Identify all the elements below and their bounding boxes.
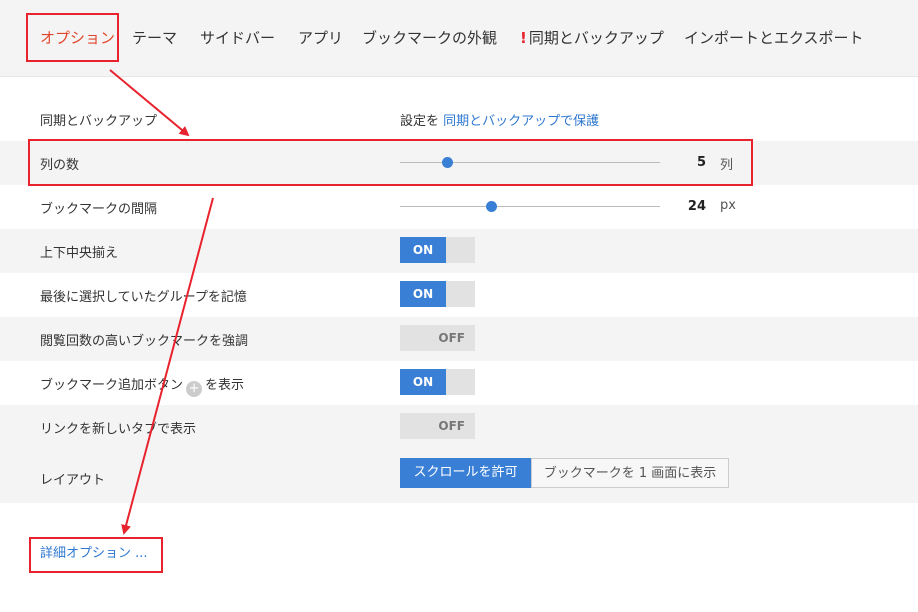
arrow-to-advanced-link [121,197,214,535]
annotation-arrows [109,69,214,535]
arrow-to-columns-row [109,69,190,137]
